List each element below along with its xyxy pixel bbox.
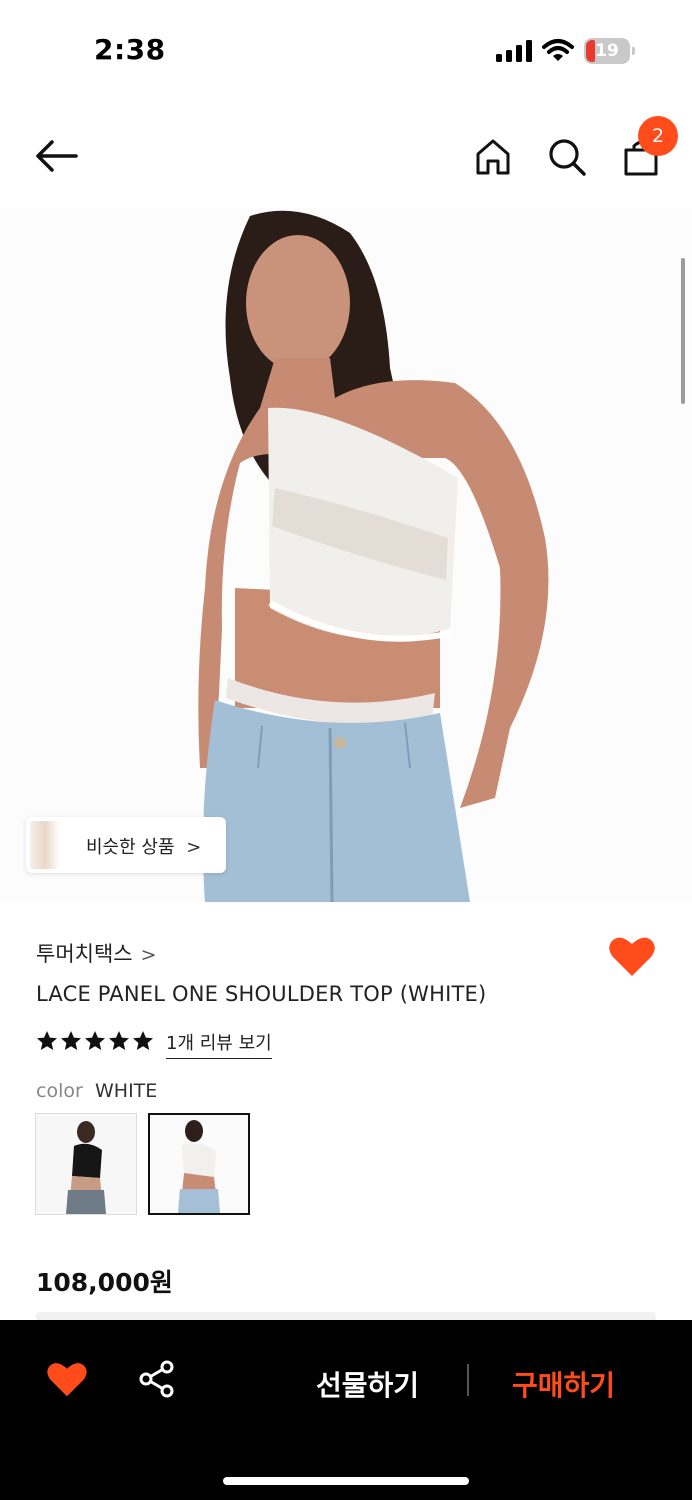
home-indicator bbox=[223, 1477, 469, 1485]
brand-name: 투머치택스 bbox=[36, 942, 133, 966]
star-icon bbox=[109, 1031, 129, 1050]
search-icon[interactable] bbox=[546, 136, 588, 178]
chevron-right-icon: > bbox=[186, 837, 202, 858]
star-icon bbox=[133, 1031, 153, 1050]
product-photo bbox=[0, 208, 692, 902]
chevron-right-icon: > bbox=[140, 944, 157, 966]
heart-icon[interactable] bbox=[608, 934, 656, 978]
heart-icon[interactable] bbox=[46, 1360, 88, 1398]
similar-products-button[interactable]: 비슷한 상품 > bbox=[26, 817, 226, 873]
top-navigation: 2 bbox=[0, 110, 692, 206]
buy-button[interactable]: 구매하기 bbox=[512, 1364, 615, 1404]
swatch-thumbnail bbox=[36, 1114, 136, 1214]
product-image[interactable] bbox=[0, 208, 692, 902]
image-scroll-indicator bbox=[681, 258, 685, 404]
gift-button[interactable]: 선물하기 bbox=[316, 1364, 419, 1404]
status-time: 2:38 bbox=[94, 33, 166, 66]
similar-product-thumbnail bbox=[30, 821, 60, 869]
color-swatch-black[interactable] bbox=[35, 1113, 137, 1215]
cart-count-badge: 2 bbox=[638, 116, 678, 156]
battery-icon: 19 bbox=[584, 38, 636, 64]
status-bar: 2:38 19 bbox=[0, 0, 692, 100]
section-divider bbox=[36, 1312, 656, 1320]
signal-icon bbox=[496, 40, 532, 62]
color-label: color bbox=[36, 1080, 83, 1102]
star-icon bbox=[61, 1031, 81, 1050]
bar-divider bbox=[467, 1364, 469, 1396]
product-price: 108,000원 bbox=[36, 1268, 173, 1297]
color-value: WHITE bbox=[95, 1080, 158, 1102]
rating-stars bbox=[36, 1030, 154, 1056]
share-icon[interactable] bbox=[138, 1360, 176, 1398]
product-title: LACE PANEL ONE SHOULDER TOP (WHITE) bbox=[36, 982, 487, 1006]
wifi-icon bbox=[542, 39, 574, 61]
star-icon bbox=[37, 1031, 57, 1050]
swatch-thumbnail bbox=[150, 1115, 248, 1213]
battery-level: 19 bbox=[595, 41, 619, 61]
back-arrow-icon[interactable] bbox=[34, 138, 78, 174]
star-icon bbox=[85, 1031, 105, 1050]
similar-products-label: 비슷한 상품 > bbox=[86, 837, 202, 858]
brand-link[interactable]: 투머치택스 > bbox=[36, 938, 157, 968]
color-swatch-white[interactable] bbox=[148, 1113, 250, 1215]
reviews-link[interactable]: 1개 리뷰 보기 bbox=[166, 1029, 272, 1059]
home-icon[interactable] bbox=[472, 136, 514, 178]
bottom-action-bar: 선물하기 구매하기 bbox=[0, 1320, 692, 1500]
